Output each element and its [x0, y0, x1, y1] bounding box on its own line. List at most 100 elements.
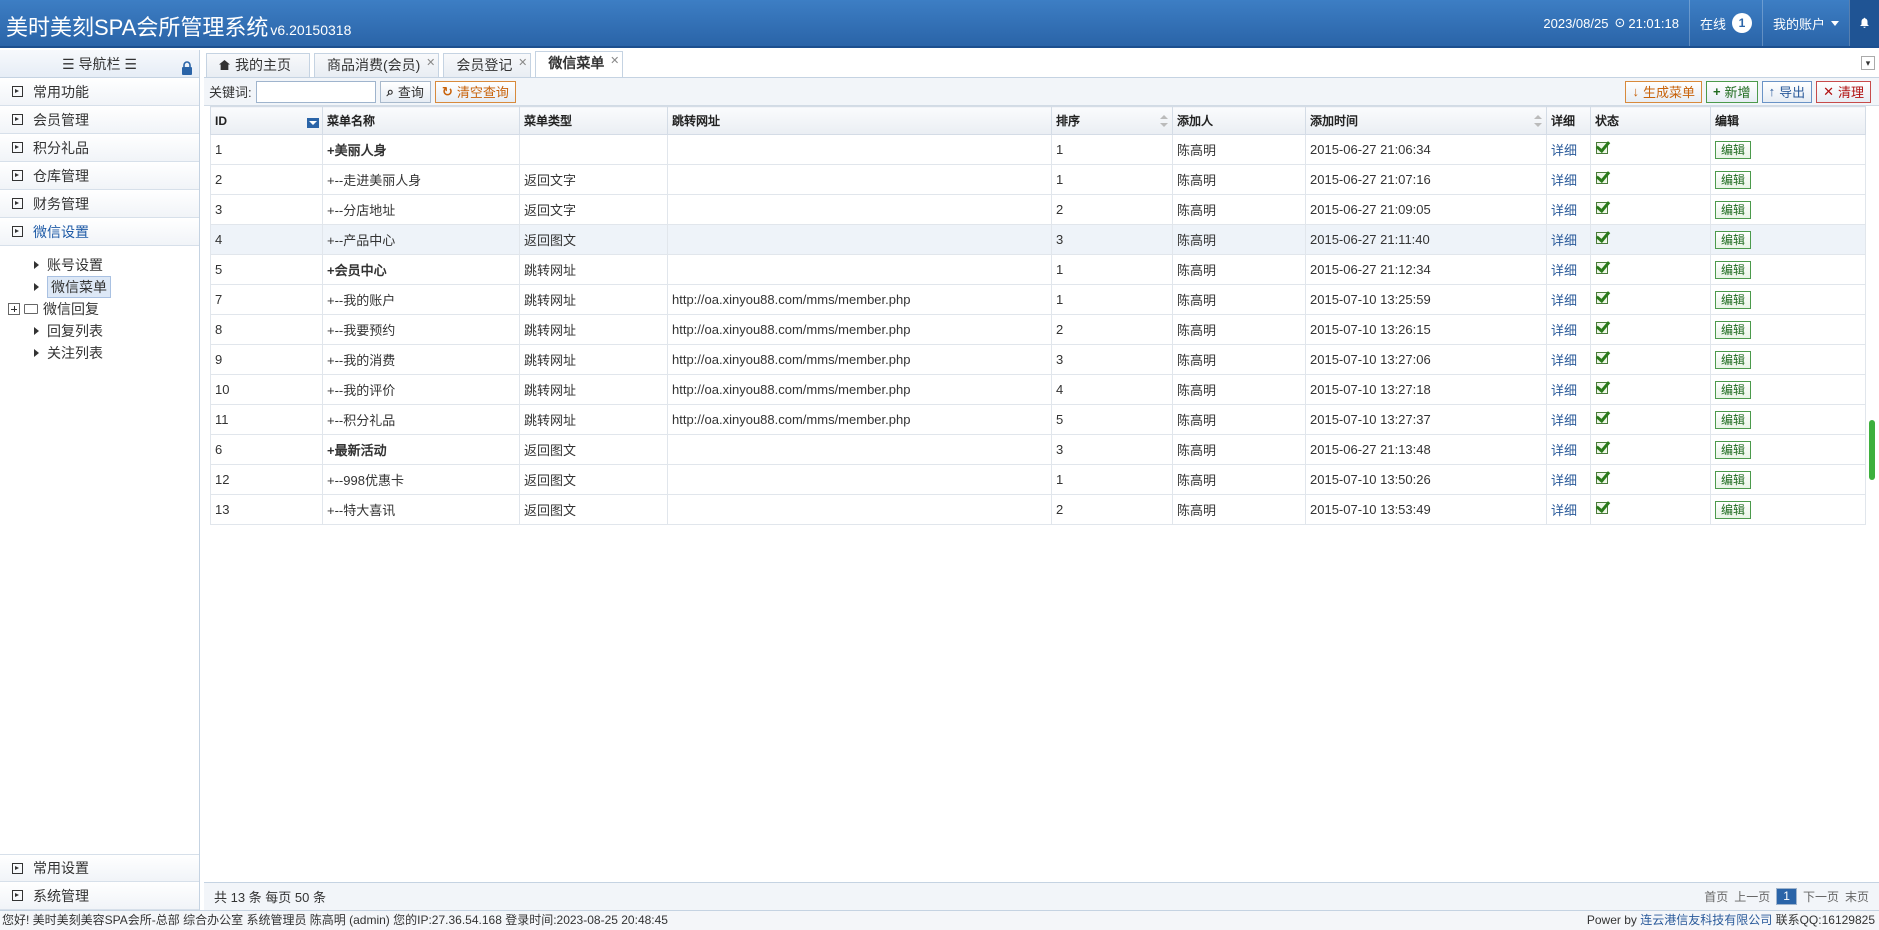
edit-button[interactable]: 编辑: [1715, 410, 1752, 429]
first-page-button[interactable]: 首页: [1704, 888, 1728, 905]
table-row[interactable]: 1 +美丽人身 1 陈高明 2015-06-27 21:06:34 详细 编辑: [210, 134, 1866, 165]
detail-link[interactable]: 详细: [1551, 473, 1577, 488]
detail-link[interactable]: 详细: [1551, 233, 1577, 248]
lock-icon[interactable]: [181, 56, 193, 75]
edit-button[interactable]: 编辑: [1715, 260, 1752, 279]
close-icon[interactable]: ✕: [426, 52, 435, 74]
table-row[interactable]: 9 +--我的消费 跳转网址 http://oa.xinyou88.com/mms/m…: [210, 344, 1866, 375]
detail-link[interactable]: 详细: [1551, 323, 1577, 338]
edit-button[interactable]: 编辑: [1715, 350, 1752, 369]
detail-link[interactable]: 详细: [1551, 443, 1577, 458]
check-icon[interactable]: [1595, 471, 1609, 485]
table-row[interactable]: 10 +--我的评价 跳转网址 http://oa.xinyou88.com/mms/…: [210, 374, 1866, 405]
sidebar-item-settings[interactable]: 常用设置: [0, 854, 199, 882]
tab-home[interactable]: 我的主页: [206, 53, 310, 77]
check-icon[interactable]: [1595, 141, 1609, 155]
table-row[interactable]: 5 +会员中心 跳转网址 1 陈高明 2015-06-27 21:12:34 详细 编辑: [210, 254, 1866, 285]
sidebar-item-finance[interactable]: 财务管理: [0, 190, 199, 218]
detail-link[interactable]: 详细: [1551, 173, 1577, 188]
keyword-input[interactable]: [255, 80, 376, 103]
tree-item-reply[interactable]: 微信回复: [8, 298, 199, 320]
tree-item-menu[interactable]: 微信菜单: [12, 276, 199, 298]
tree-item-account[interactable]: 账号设置: [12, 254, 199, 276]
detail-link[interactable]: 详细: [1551, 143, 1577, 158]
tab-consumption[interactable]: 商品消费(会员) ✕: [314, 52, 440, 77]
purge-button[interactable]: ✕ 清理: [1816, 80, 1871, 103]
edit-button[interactable]: 编辑: [1715, 380, 1752, 399]
col-header-id[interactable]: ID: [210, 106, 323, 135]
tree-item-reply-list[interactable]: 回复列表: [12, 320, 199, 342]
edit-button[interactable]: 编辑: [1715, 500, 1752, 519]
sidebar-item-common[interactable]: 常用功能: [0, 78, 199, 106]
close-icon[interactable]: ✕: [610, 50, 619, 72]
table-row[interactable]: 4 +--产品中心 返回图文 3 陈高明 2015-06-27 21:11:40 详细 编辑: [210, 224, 1866, 255]
sidebar-item-system[interactable]: 系统管理: [0, 882, 199, 910]
table-row[interactable]: 11 +--积分礼品 跳转网址 http://oa.xinyou88.com/mms/…: [210, 404, 1866, 435]
detail-link[interactable]: 详细: [1551, 503, 1577, 518]
detail-link[interactable]: 详细: [1551, 353, 1577, 368]
check-icon[interactable]: [1595, 261, 1609, 275]
prev-page-button[interactable]: 上一页: [1734, 888, 1770, 905]
tree-item-follow-list[interactable]: 关注列表: [12, 342, 199, 364]
search-button[interactable]: ⌕ 查询: [379, 80, 431, 103]
edit-button[interactable]: 编辑: [1715, 290, 1752, 309]
bell-icon[interactable]: [1849, 0, 1879, 46]
detail-link[interactable]: 详细: [1551, 413, 1577, 428]
check-icon[interactable]: [1595, 351, 1609, 365]
check-icon[interactable]: [1595, 231, 1609, 245]
table-row[interactable]: 6 +最新活动 返回图文 3 陈高明 2015-06-27 21:13:48 详细 编辑: [210, 434, 1866, 465]
table-row[interactable]: 12 +--998优惠卡 返回图文 1 陈高明 2015-07-10 13:50:26 详细…: [210, 464, 1866, 495]
edit-button[interactable]: 编辑: [1715, 140, 1752, 159]
sidebar-item-points[interactable]: 积分礼品: [0, 134, 199, 162]
tab-member-register[interactable]: 会员登记 ✕: [443, 52, 532, 77]
plus-expand-icon[interactable]: [8, 303, 20, 315]
company-link[interactable]: 连云港信友科技有限公司: [1640, 913, 1772, 927]
check-icon[interactable]: [1595, 321, 1609, 335]
page-number[interactable]: 1: [1776, 888, 1797, 905]
scrollbar-thumb[interactable]: [1869, 420, 1875, 480]
detail-link[interactable]: 详细: [1551, 203, 1577, 218]
export-button[interactable]: ↑ 导出: [1761, 80, 1813, 103]
check-icon[interactable]: [1595, 171, 1609, 185]
edit-button[interactable]: 编辑: [1715, 200, 1752, 219]
table-row[interactable]: 2 +--走进美丽人身 返回文字 1 陈高明 2015-06-27 21:07:16 详细 编…: [210, 164, 1866, 195]
check-icon[interactable]: [1595, 441, 1609, 455]
table-row[interactable]: 13 +--特大喜讯 返回图文 2 陈高明 2015-07-10 13:53:49 详细 编辑: [210, 494, 1866, 525]
online-indicator[interactable]: 在线 1: [1688, 0, 1762, 46]
close-icon[interactable]: ✕: [518, 52, 527, 74]
detail-link[interactable]: 详细: [1551, 383, 1577, 398]
detail-link[interactable]: 详细: [1551, 293, 1577, 308]
sort-desc-icon[interactable]: [307, 118, 319, 128]
edit-button[interactable]: 编辑: [1715, 440, 1752, 459]
sort-icon[interactable]: [1534, 115, 1542, 127]
check-icon[interactable]: [1595, 411, 1609, 425]
generate-menu-button[interactable]: ↓ 生成菜单: [1625, 80, 1702, 103]
clear-search-button[interactable]: ↻ 清空查询: [434, 80, 516, 103]
tab-wechat-menu[interactable]: 微信菜单 ✕: [535, 50, 624, 77]
sidebar-item-wechat[interactable]: 微信设置: [0, 218, 199, 246]
detail-link[interactable]: 详细: [1551, 263, 1577, 278]
table-row[interactable]: 7 +--我的账户 跳转网址 http://oa.xinyou88.com/mms/m…: [210, 284, 1866, 315]
col-header-order[interactable]: 排序: [1051, 106, 1173, 135]
last-page-button[interactable]: 末页: [1845, 888, 1869, 905]
edit-button[interactable]: 编辑: [1715, 170, 1752, 189]
edit-button[interactable]: 编辑: [1715, 470, 1752, 489]
cell-type: 跳转网址: [519, 374, 668, 405]
col-header-label: 编辑: [1715, 114, 1740, 128]
add-button[interactable]: + 新增: [1705, 80, 1758, 103]
sort-icon[interactable]: [1160, 115, 1168, 127]
next-page-button[interactable]: 下一页: [1803, 888, 1839, 905]
check-icon[interactable]: [1595, 201, 1609, 215]
sidebar-item-warehouse[interactable]: 仓库管理: [0, 162, 199, 190]
col-header-time[interactable]: 添加时间: [1305, 106, 1547, 135]
edit-button[interactable]: 编辑: [1715, 230, 1752, 249]
check-icon[interactable]: [1595, 381, 1609, 395]
check-icon[interactable]: [1595, 501, 1609, 515]
tab-list-dropdown-icon[interactable]: ▾: [1861, 56, 1875, 70]
check-icon[interactable]: [1595, 291, 1609, 305]
edit-button[interactable]: 编辑: [1715, 320, 1752, 339]
table-row[interactable]: 8 +--我要预约 跳转网址 http://oa.xinyou88.com/mms/m…: [210, 314, 1866, 345]
table-row[interactable]: 3 +--分店地址 返回文字 2 陈高明 2015-06-27 21:09:05 详细 编辑: [210, 194, 1866, 225]
sidebar-item-members[interactable]: 会员管理: [0, 106, 199, 134]
account-menu[interactable]: 我的账户: [1761, 0, 1849, 46]
